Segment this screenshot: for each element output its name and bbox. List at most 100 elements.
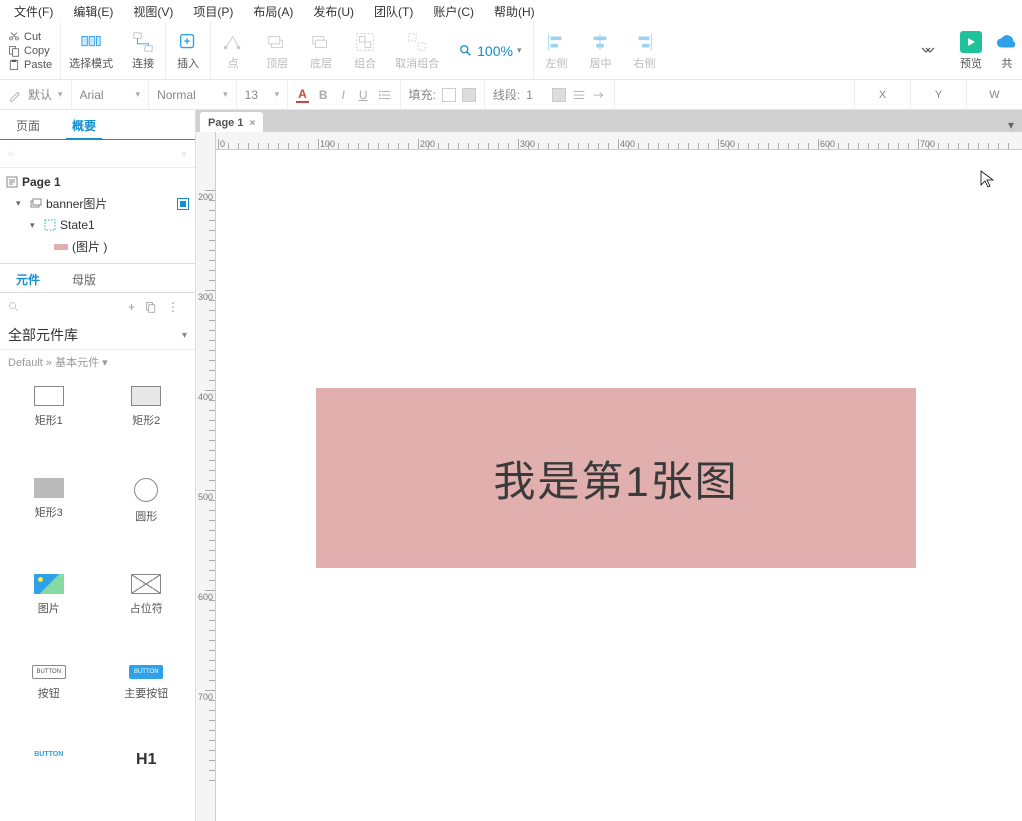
ungroup-icon [406,31,428,53]
tab-page[interactable]: 页面 [0,110,56,139]
widget-placeholder[interactable]: 占位符 [98,566,196,658]
tree-image[interactable]: (图片 ) [0,235,195,258]
coord-y: Y [910,80,966,109]
widget-rect1[interactable]: 矩形1 [0,378,98,470]
align-center-icon [589,31,611,53]
connect-button[interactable]: 连接 [121,31,165,71]
library-breadcrumb[interactable]: Default » 基本元件 ▾ [0,350,195,374]
play-icon [960,31,982,53]
page-tab[interactable]: Page 1× [200,112,263,132]
widget-rect3[interactable]: 矩形3 [0,470,98,566]
canvas[interactable]: 我是第1张图 [216,150,1022,821]
underline-button[interactable]: U [355,88,372,102]
select-mode-button[interactable]: 选择模式 [61,31,121,71]
coord-w: W [966,80,1022,109]
ungroup-button[interactable]: 取消组合 [387,31,447,71]
tab-outline[interactable]: 概要 [56,110,112,139]
weight-selector[interactable]: ▾ [149,80,237,109]
point-button[interactable]: 点 [211,31,255,71]
widget-primary-button[interactable]: BUTTON主要按钮 [98,657,196,743]
group-icon [354,31,376,53]
main-toolbar: Cut Copy Paste 选择模式 连接 插入 点 顶层 底层 组合 取消组… [0,22,1022,80]
bottom-button[interactable]: 底层 [299,31,343,71]
fill-swatch[interactable] [442,88,456,102]
banner-text: 我是第1张图 [493,448,738,509]
align-right-icon [633,31,655,53]
align-left-button[interactable]: 左侧 [534,31,578,71]
coord-x: X [854,80,910,109]
cut-button[interactable]: Cut [6,30,54,44]
menu-file[interactable]: 文件(F) [4,1,63,22]
line-style-icon[interactable] [572,88,586,102]
page-tab-menu[interactable]: ▾ [1000,118,1022,132]
align-right-button[interactable]: 右侧 [622,31,666,71]
bold-button[interactable]: B [315,88,332,102]
search-icon [459,44,473,58]
group-button[interactable]: 组合 [343,31,387,71]
widget-h1[interactable]: H1 [98,743,196,817]
add-widget-button[interactable]: + [128,300,135,314]
cloud-icon [996,31,1018,53]
share-button[interactable]: 共 [992,31,1022,71]
line-control[interactable]: 线段: [485,80,615,109]
copy-icon[interactable] [145,301,157,313]
vertical-ruler: 200300400500600700 [196,150,216,821]
tree-state1[interactable]: ▾ State1 [0,215,195,235]
state-icon [44,219,56,231]
copy-button[interactable]: Copy [6,44,54,58]
menu-edit[interactable]: 编辑(E) [63,1,123,22]
insert-button[interactable]: 插入 [166,31,210,71]
tab-masters[interactable]: 母版 [56,264,112,292]
font-selector[interactable]: ▾ [72,80,150,109]
italic-button[interactable]: I [337,88,348,102]
more-button[interactable]: ⋮ [167,300,179,314]
fill-swatch-2[interactable] [462,88,476,102]
fill-control[interactable]: 填充: [401,80,485,109]
widget-link[interactable]: BUTTON [0,743,98,817]
menu-team[interactable]: 团队(T) [364,1,423,22]
preview-button[interactable]: 预览 [950,31,992,71]
tab-widgets[interactable]: 元件 [0,264,56,292]
outline-search[interactable] [0,140,195,168]
tree-banner[interactable]: ▾ banner图片 [0,192,195,215]
search-icon [8,148,14,160]
tree-page[interactable]: Page 1 [0,172,195,192]
menu-project[interactable]: 项目(P) [183,1,243,22]
insert-icon [177,31,199,53]
dynamic-panel-icon [30,198,42,210]
style-selector[interactable]: 默认▾ [0,80,72,109]
horizontal-ruler: 0100200300400500600700 [216,132,1022,149]
arrow-style-icon[interactable] [592,88,606,102]
image-icon [54,244,68,250]
filter-icon[interactable] [181,148,187,160]
menu-help[interactable]: 帮助(H) [484,1,545,22]
outline-tree: Page 1 ▾ banner图片 ▾ State1 (图片 ) [0,168,195,262]
banner-widget[interactable]: 我是第1张图 [316,388,916,568]
visibility-toggle[interactable] [177,198,189,210]
chevron-double-icon [920,46,936,56]
close-tab-icon[interactable]: × [249,118,255,129]
size-selector[interactable]: ▾ [237,80,289,109]
bottom-icon [310,31,332,53]
menu-account[interactable]: 账户(C) [423,1,484,22]
widget-circle[interactable]: 圆形 [98,470,196,566]
widget-button[interactable]: BUTTON按钮 [0,657,98,743]
select-icon [80,31,102,53]
menu-publish[interactable]: 发布(U) [303,1,364,22]
list-icon[interactable] [378,88,392,102]
zoom-control[interactable]: 100% ▾ [447,43,533,59]
menu-view[interactable]: 视图(V) [123,1,183,22]
top-icon [266,31,288,53]
paste-button[interactable]: Paste [6,58,54,72]
library-selector[interactable]: 全部元件库▾ [0,321,195,350]
text-color-button[interactable]: A [296,87,309,103]
menu-layout[interactable]: 布局(A) [243,1,303,22]
top-button[interactable]: 顶层 [255,31,299,71]
align-center-button[interactable]: 居中 [578,31,622,71]
left-panel: 页面 概要 Page 1 ▾ banner图片 ▾ State1 [0,110,196,821]
cursor-icon [980,170,994,188]
line-color-swatch[interactable] [552,88,566,102]
widget-rect2[interactable]: 矩形2 [98,378,196,470]
toolbar-overflow[interactable] [906,46,950,56]
widget-image[interactable]: 图片 [0,566,98,658]
